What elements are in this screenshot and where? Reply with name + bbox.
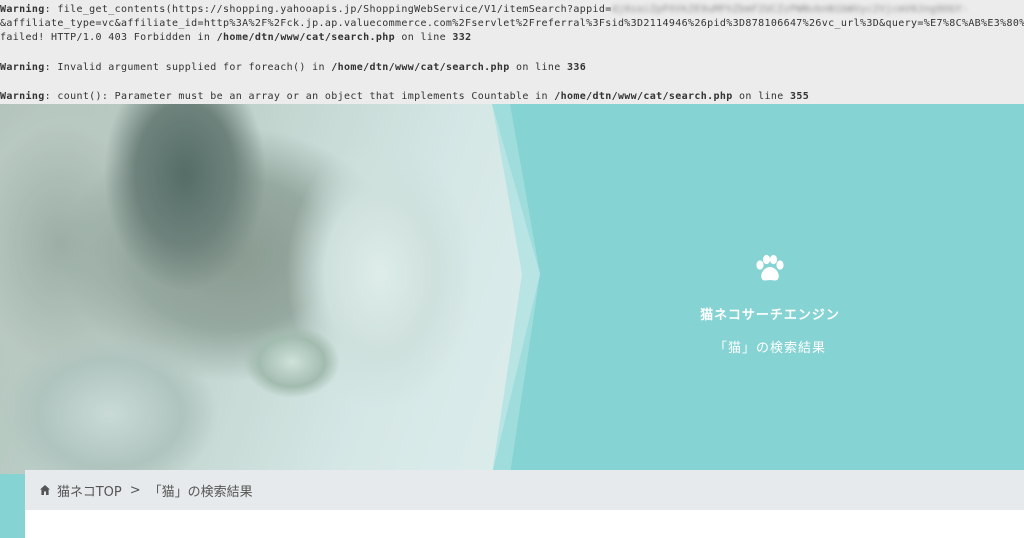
warning-text: : file_get_contents(https://shopping.yah… — [44, 4, 612, 15]
warning-line-number: 332 — [452, 32, 472, 43]
warning-text-cont: &affiliate_type=vc&affiliate_id=http%3A%… — [0, 18, 1024, 29]
warning-label: Warning — [0, 62, 45, 73]
warning-line-2: Warning: Invalid argument supplied for f… — [0, 62, 586, 74]
warning-label: Warning — [0, 4, 45, 15]
warning-path: /home/dtn/www/cat/search.php — [216, 32, 395, 43]
warning-on-line: on line — [394, 32, 453, 43]
photo-overlay — [0, 104, 540, 474]
warning-path: /home/dtn/www/cat/search.php — [554, 91, 733, 102]
warning-line-3: Warning: count(): Parameter must be an a… — [0, 91, 809, 103]
hero-title-block: 猫ネコサーチエンジン 「猫」の検索結果 — [600, 254, 940, 356]
warning-label: Warning — [0, 91, 45, 102]
warning-text: : Invalid argument supplied for foreach(… — [44, 62, 332, 73]
warning-on-line: on line — [509, 62, 567, 73]
warning-line-1b: &affiliate_type=vc&affiliate_id=http%3A%… — [0, 18, 1024, 30]
warning-line-number: 336 — [567, 62, 587, 73]
content-area — [25, 510, 1024, 538]
blurred-appid: dj0zaiZpPXVkZE9uMFhZbmF2UCZzPWNvbnN1bWVy… — [611, 4, 969, 15]
search-result-title: 「猫」の検索結果 — [713, 341, 826, 356]
warning-path: /home/dtn/www/cat/search.php — [331, 62, 510, 73]
warning-line-number: 355 — [789, 91, 810, 102]
warning-line-1c: failed! HTTP/1.0 403 Forbidden in /home/… — [0, 32, 471, 44]
php-warnings: Warning: file_get_contents(https://shopp… — [0, 0, 1024, 104]
warning-text-cont2: failed! HTTP/1.0 403 Forbidden in — [0, 32, 217, 43]
warning-text: : count(): Parameter must be an array or… — [44, 91, 555, 102]
site-name: 猫ネコサーチエンジン — [700, 308, 840, 323]
paw-icon — [753, 254, 787, 284]
breadcrumb: 猫ネコTOP > 「猫」の検索結果 — [25, 470, 1024, 510]
breadcrumb-home-link[interactable]: 猫ネコTOP — [57, 481, 122, 500]
breadcrumb-separator: > — [129, 482, 141, 498]
warning-on-line: on line — [732, 91, 790, 102]
warning-line-1: Warning: file_get_contents(https://shopp… — [0, 4, 968, 16]
breadcrumb-current: 「猫」の検索結果 — [148, 484, 253, 500]
home-icon — [40, 485, 50, 495]
